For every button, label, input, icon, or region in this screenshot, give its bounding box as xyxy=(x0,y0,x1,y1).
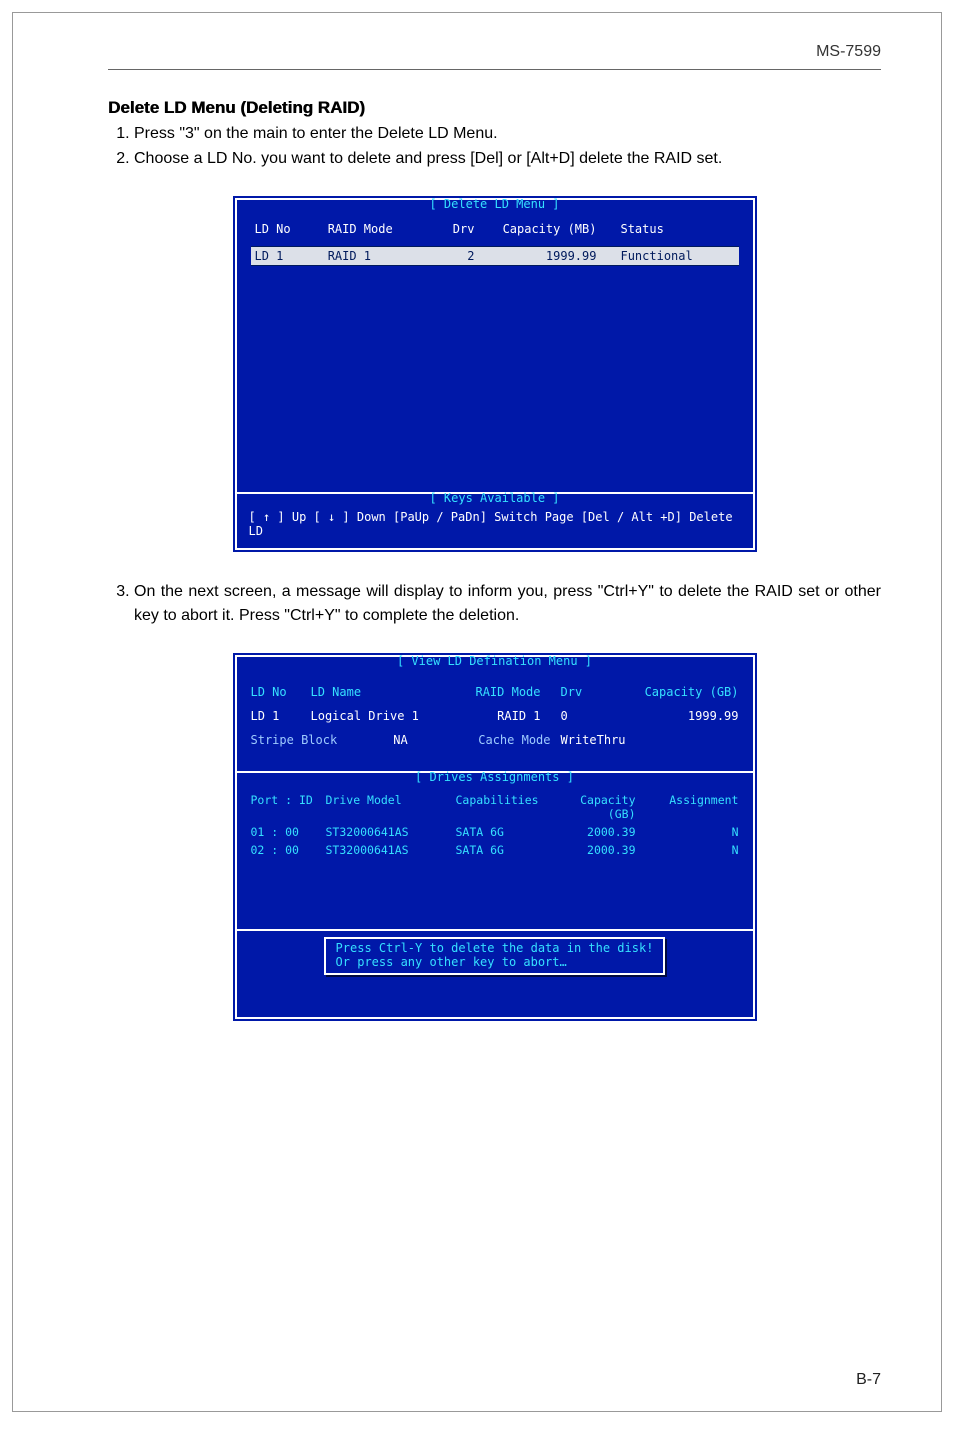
step-2: Choose a LD No. you want to delete and p… xyxy=(134,147,881,170)
bios-delete-ld-menu: [ Delete LD Menu ] LD No RAID Mode Drv C… xyxy=(235,198,755,550)
section-title: Delete LD Menu (Deleting RAID) xyxy=(108,98,881,118)
model-header: MS-7599 xyxy=(108,13,881,70)
bios1-row-1[interactable]: LD 1 RAID 1 2 1999.99 Functional xyxy=(251,247,739,266)
bios1-h2: RAID Mode xyxy=(324,214,431,247)
bios2-mh3: Capabilities xyxy=(456,793,556,821)
bios2-m2d5: N xyxy=(656,843,739,857)
bios2-top-h5: Capacity (GB) xyxy=(611,685,739,699)
bios2-mid-header: Port : ID Drive Model Capabilities Capac… xyxy=(251,793,739,821)
bios2-m1d1: 01 : 00 xyxy=(251,825,326,839)
bios2-dialog-l1: Press Ctrl-Y to delete the data in the d… xyxy=(336,941,654,955)
bios2-mh5: Assignment xyxy=(656,793,739,821)
bios1-h3: Drv xyxy=(431,214,494,247)
bios2-mid-row1: 01 : 00 ST32000641AS SATA 6G 2000.39 N xyxy=(251,825,739,839)
bios2-m1d4: 2000.39 xyxy=(556,825,656,839)
bios2-dialog-l2: Or press any other key to abort… xyxy=(336,955,654,969)
bios2-top-row2: Stripe Block NA Cache Mode WriteThru xyxy=(251,733,739,747)
bios1-table: LD No RAID Mode Drv Capacity (MB) Status… xyxy=(251,214,739,266)
bios1-r1c5: Functional xyxy=(616,247,738,266)
step-3: On the next screen, a message will displ… xyxy=(134,580,881,626)
bios1-r1c2: RAID 1 xyxy=(324,247,431,266)
bios2-r1c2: Logical Drive 1 xyxy=(311,709,451,723)
bios2-r2c1: Stripe Block xyxy=(251,733,351,747)
bios2-r1c1: LD 1 xyxy=(251,709,311,723)
bios2-mid-row2: 02 : 00 ST32000641AS SATA 6G 2000.39 N xyxy=(251,843,739,857)
bios2-m1d2: ST32000641AS xyxy=(326,825,456,839)
bios2-top-row1[interactable]: LD 1 Logical Drive 1 RAID 1 0 1999.99 xyxy=(251,709,739,723)
bios2-r1c3: RAID 1 xyxy=(451,709,561,723)
bios1-title: [ Delete LD Menu ] xyxy=(429,197,559,211)
bios1-h4: Capacity (MB) xyxy=(494,214,616,247)
bios2-mid-blank xyxy=(251,861,739,921)
bios2-m1d3: SATA 6G xyxy=(456,825,556,839)
step-1: Press "3" on the main to enter the Delet… xyxy=(134,122,881,145)
bios2-m2d2: ST32000641AS xyxy=(326,843,456,857)
page-number: B-7 xyxy=(856,1371,881,1389)
bios2-r1c4: 0 xyxy=(561,709,611,723)
bios2-mid-title: [ Drives Assignments ] xyxy=(415,770,574,784)
bios2-m2d4: 2000.39 xyxy=(556,843,656,857)
bios2-r2c2: NA xyxy=(351,733,451,747)
bios2-top-h2: LD Name xyxy=(311,685,451,699)
bios1-r1c3: 2 xyxy=(431,247,494,266)
bios2-r2c5 xyxy=(641,733,739,747)
bios1-header-row: LD No RAID Mode Drv Capacity (MB) Status xyxy=(251,214,739,247)
bios2-top-h1: LD No xyxy=(251,685,311,699)
bios1-r1c4: 1999.99 xyxy=(494,247,616,266)
bios2-confirm-dialog[interactable]: Press Ctrl-Y to delete the data in the d… xyxy=(324,937,666,975)
bios2-m2d1: 02 : 00 xyxy=(251,843,326,857)
bios2-mh4: Capacity (GB) xyxy=(556,793,656,821)
bios2-top-h3: RAID Mode xyxy=(451,685,561,699)
bios2-r2c3: Cache Mode xyxy=(451,733,561,747)
bios2-m2d3: SATA 6G xyxy=(456,843,556,857)
bios2-top-header: LD No LD Name RAID Mode Drv Capacity (GB… xyxy=(251,685,739,699)
bios2-mh2: Drive Model xyxy=(326,793,456,821)
bios2-m1d5: N xyxy=(656,825,739,839)
bios1-keys-title: [ Keys Available ] xyxy=(429,491,559,505)
bios2-top-h4: Drv xyxy=(561,685,611,699)
bios1-blank xyxy=(237,270,753,490)
bios2-r1c5: 1999.99 xyxy=(611,709,739,723)
bios1-h5: Status xyxy=(616,214,738,247)
bios2-mh1: Port : ID xyxy=(251,793,326,821)
bios2-title: [ View LD Defination Menu ] xyxy=(397,654,592,668)
bios2-bottom-blank xyxy=(237,989,753,1017)
bios-view-ld-definition: [ View LD Defination Menu ] LD No LD Nam… xyxy=(235,655,755,1019)
bios1-keys: [ ↑ ] Up [ ↓ ] Down [PaUp / PaDn] Switch… xyxy=(237,504,753,548)
bios1-h1: LD No xyxy=(251,214,324,247)
bios2-r2c4: WriteThru xyxy=(561,733,641,747)
bios1-r1c1: LD 1 xyxy=(251,247,324,266)
